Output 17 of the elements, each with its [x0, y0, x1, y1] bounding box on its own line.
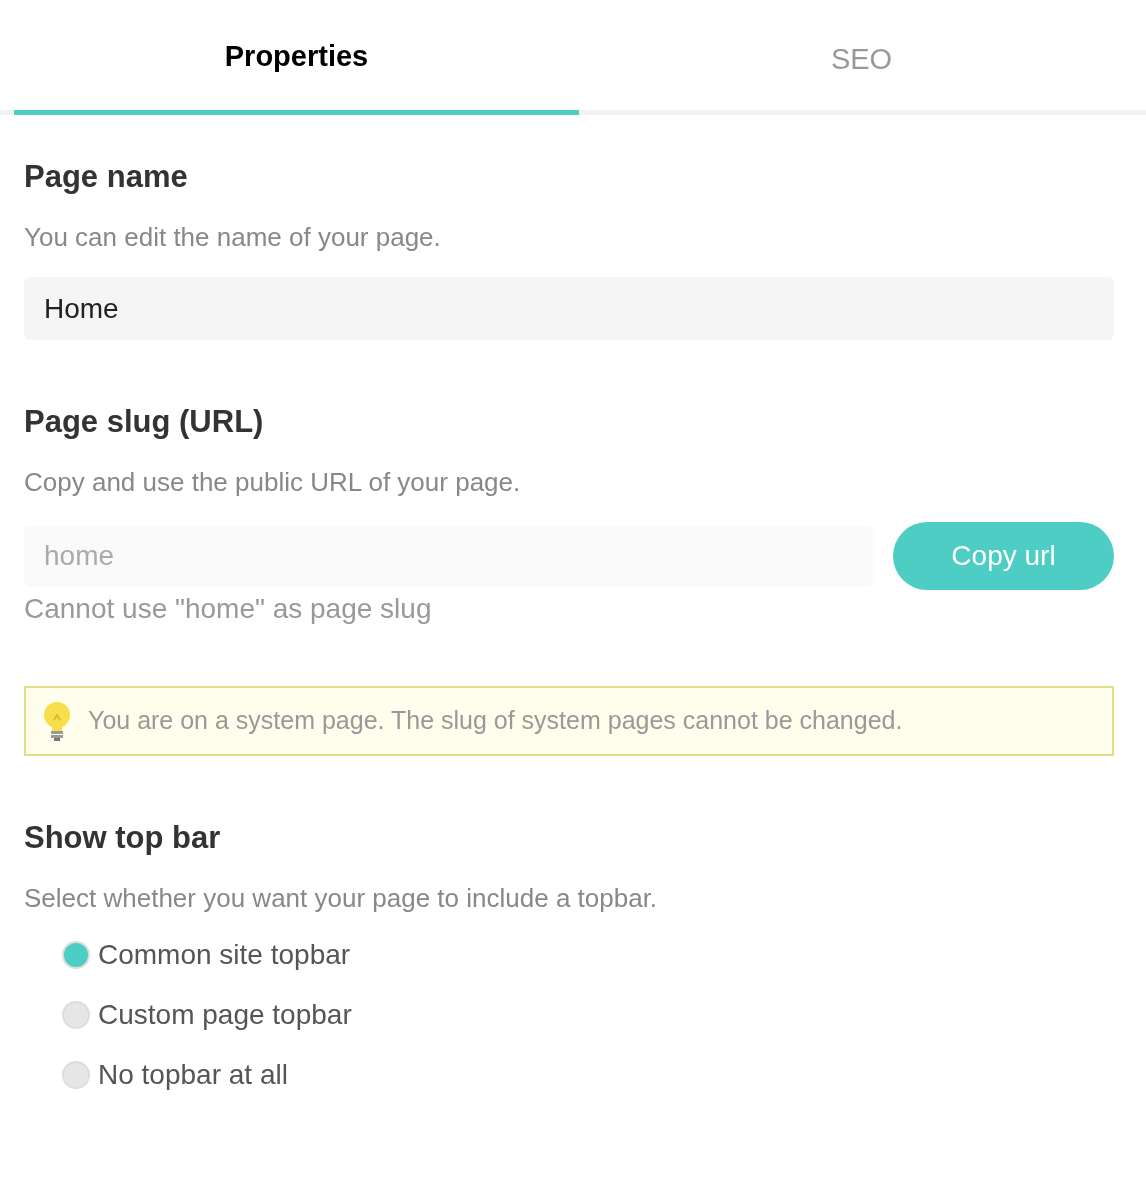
radio-button[interactable]	[62, 941, 90, 969]
radio-label[interactable]: Custom page topbar	[98, 994, 352, 1036]
radio-button[interactable]	[62, 1061, 90, 1089]
section-description: Copy and use the public URL of your page.	[24, 466, 522, 498]
error-message: Cannot use "home" as page slug	[24, 592, 433, 626]
section-description: Select whether you want your page to include a topbar.	[24, 882, 659, 914]
radio-button[interactable]	[62, 1001, 90, 1029]
section-heading: Show top bar	[24, 820, 222, 856]
page-name-field[interactable]: Home	[24, 277, 1114, 340]
slug-field[interactable]: home	[24, 525, 873, 587]
notice-text: You are on a system page. The slug of system pages cannot be changed.	[88, 705, 903, 737]
radio-label[interactable]: Common site topbar	[98, 934, 351, 976]
section-heading: Page slug (URL)	[24, 404, 265, 440]
tab[interactable]: Properties	[14, 0, 579, 115]
section-heading: Page name	[24, 159, 189, 195]
section-description: You can edit the name of your page.	[24, 221, 442, 253]
radio-label[interactable]: No topbar at all	[98, 1054, 288, 1096]
